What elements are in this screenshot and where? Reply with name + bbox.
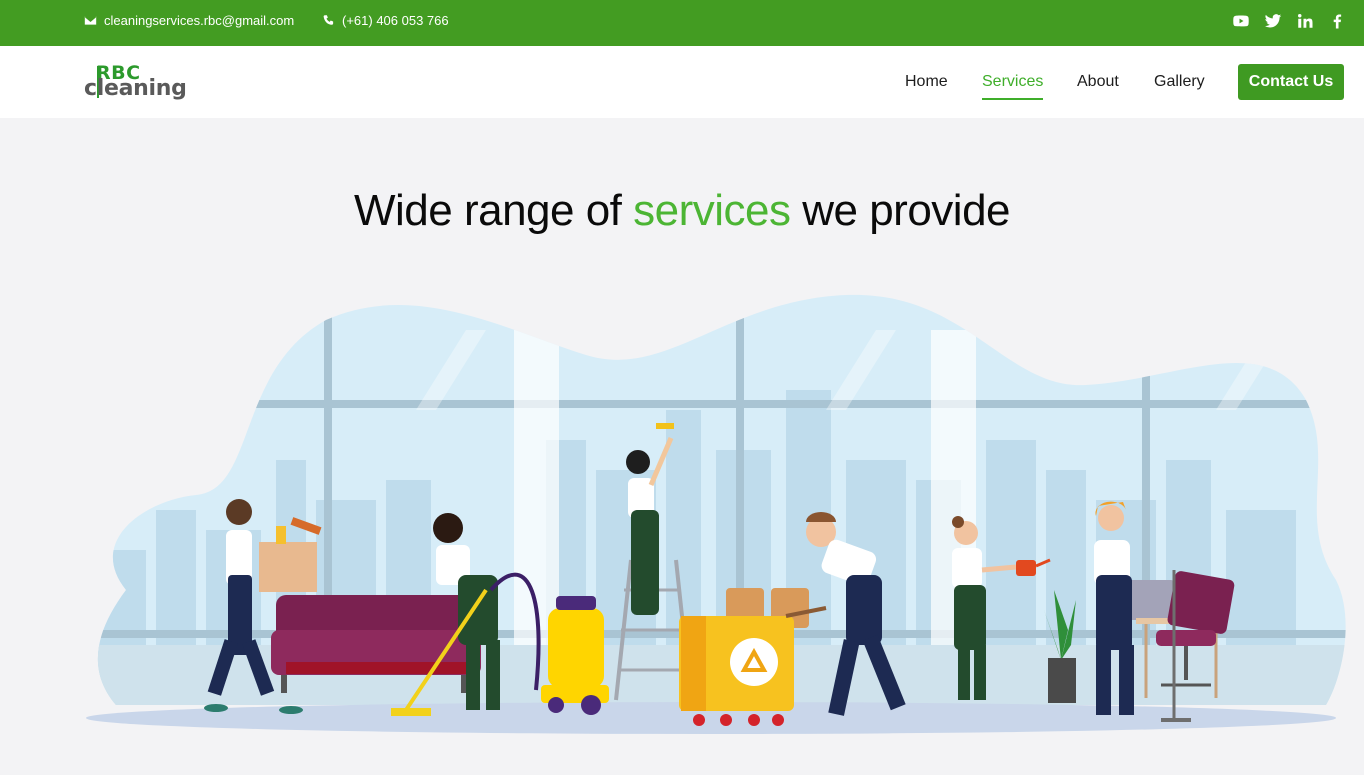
email-contact[interactable]: cleaningservices.rbc@gmail.com (84, 13, 294, 28)
social-links (1232, 12, 1346, 30)
nav-services[interactable]: Services (982, 73, 1044, 100)
phone-text: (+61) 406 053 766 (342, 13, 449, 28)
title-accent: services (633, 186, 791, 235)
facebook-icon[interactable] (1328, 12, 1346, 30)
rbc-cleaning-logo[interactable]: RBC cleaning (84, 60, 194, 104)
title-before: Wide range of (353, 186, 634, 235)
logo-line2: cleaning (84, 76, 187, 101)
title-after: we provide (790, 186, 1011, 235)
phone-icon (323, 15, 334, 25)
cleaning-team-illustration (86, 294, 1346, 734)
top-bar: cleaningservices.rbc@gmail.com (+61) 406… (0, 0, 1364, 46)
linkedin-icon[interactable] (1296, 12, 1314, 30)
page-title: Wide range of services we provide (0, 186, 1364, 236)
nav-home[interactable]: Home (905, 73, 948, 91)
phone-contact[interactable]: (+61) 406 053 766 (322, 13, 449, 28)
nav-about[interactable]: About (1077, 73, 1119, 91)
twitter-icon[interactable] (1264, 12, 1282, 30)
envelope-icon (84, 16, 97, 25)
email-text: cleaningservices.rbc@gmail.com (104, 13, 295, 28)
contact-us-button[interactable]: Contact Us (1238, 64, 1344, 100)
youtube-icon[interactable] (1232, 12, 1250, 30)
nav-gallery[interactable]: Gallery (1154, 73, 1205, 91)
main-navbar: RBC cleaning Home Services About Gallery… (0, 46, 1364, 118)
